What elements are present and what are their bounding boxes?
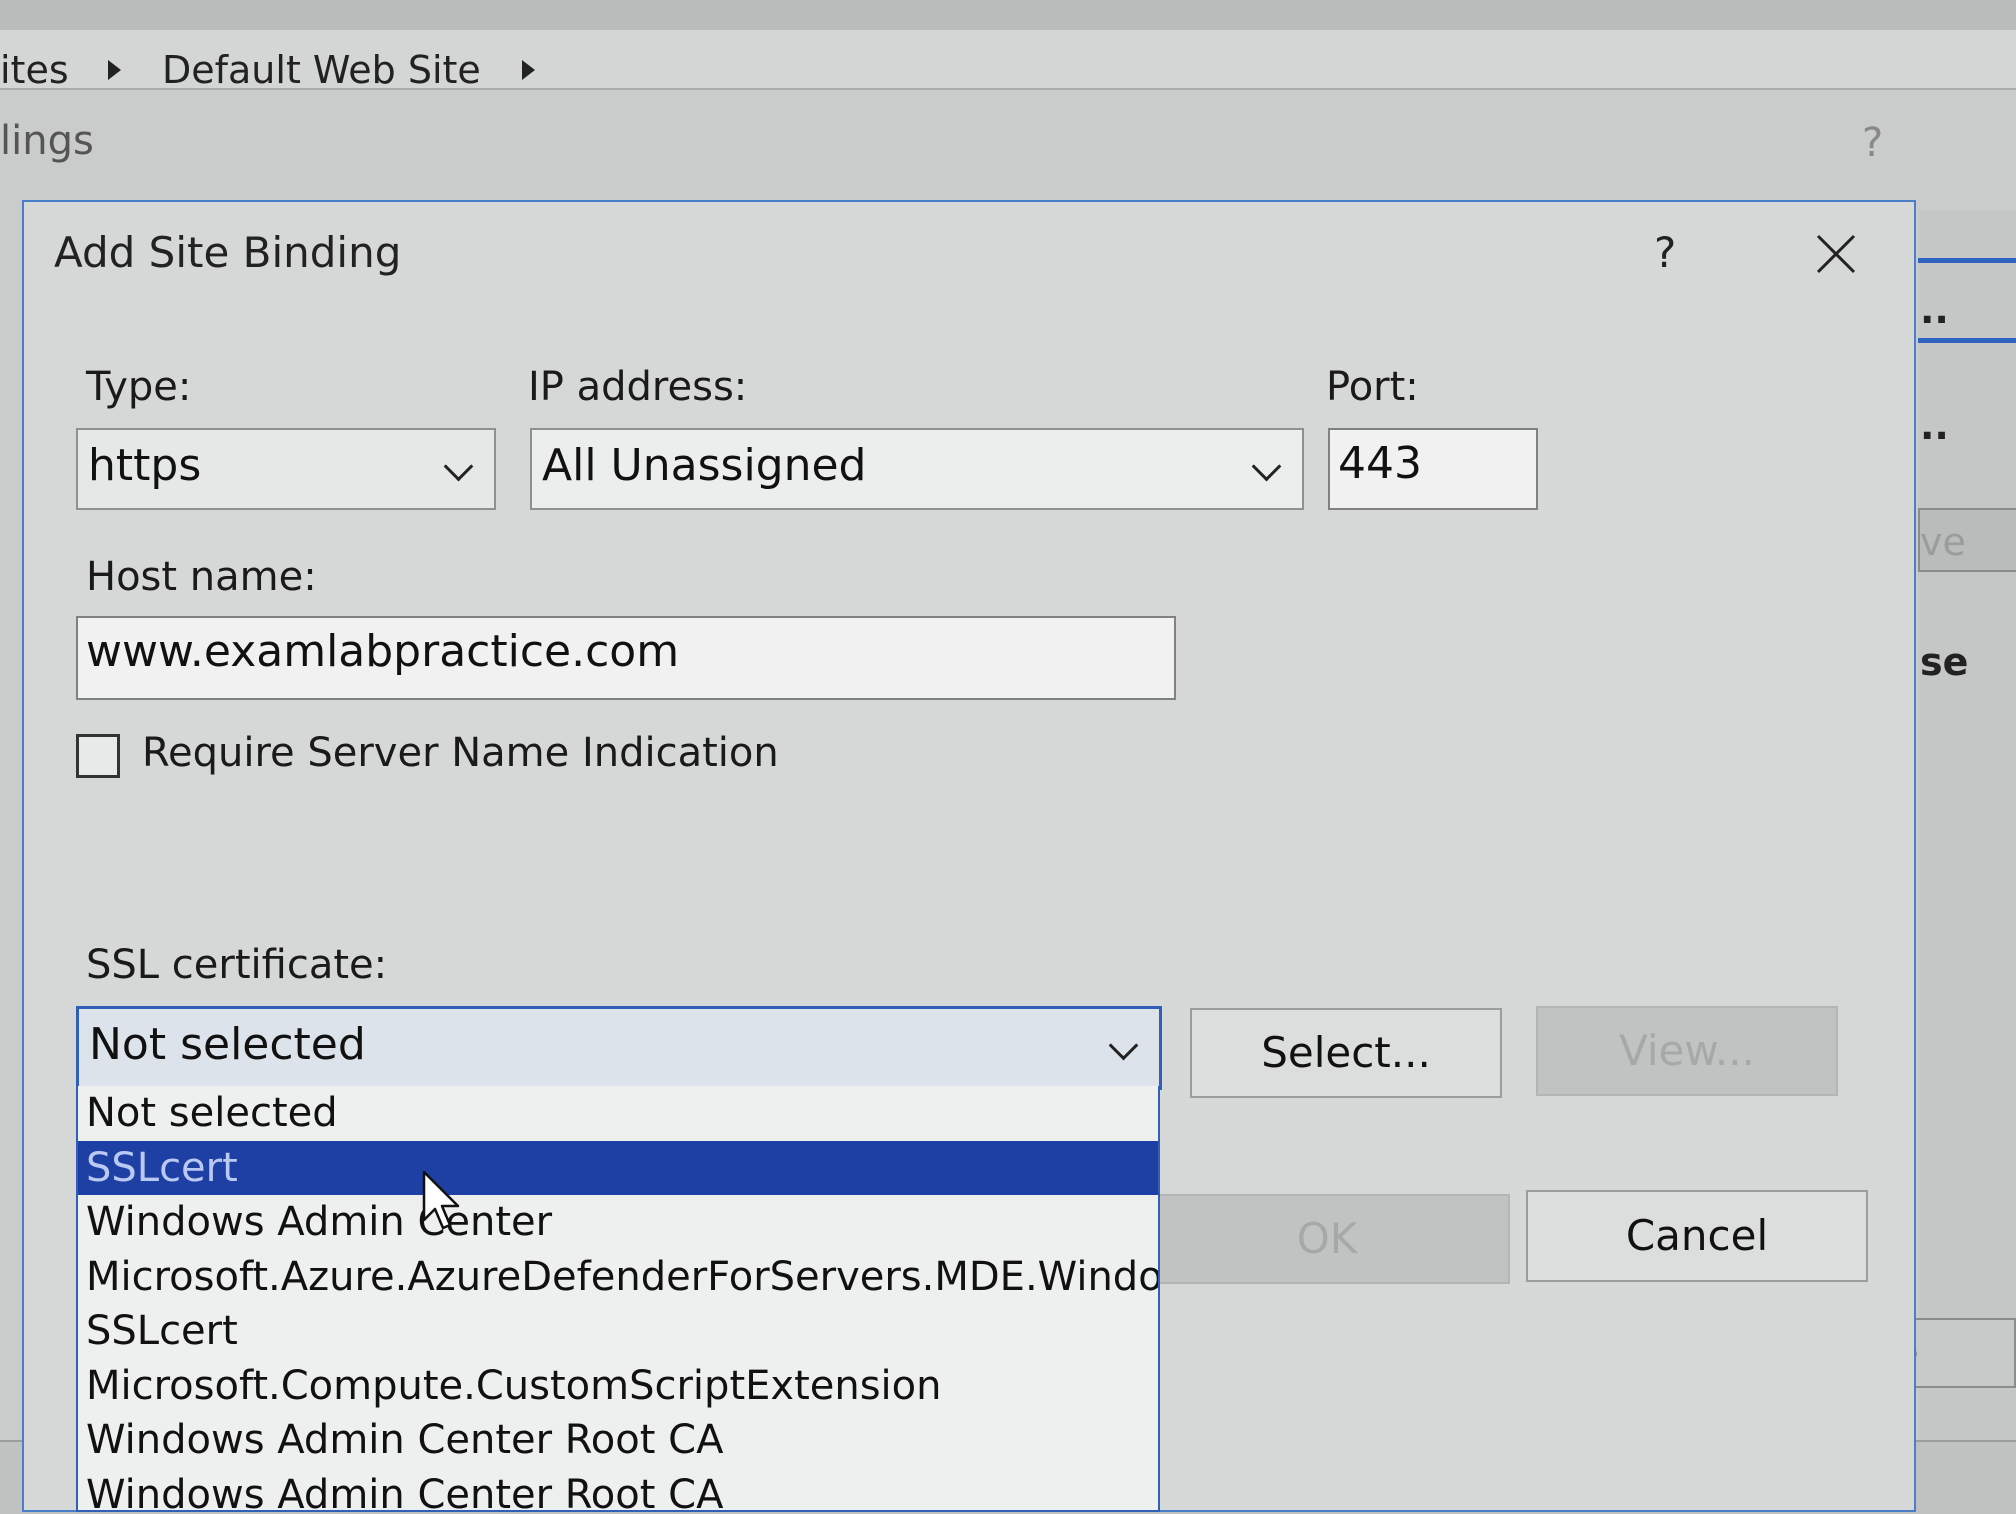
ssl-option-azure-defender[interactable]: Microsoft.Azure.AzureDefenderForServers.… — [78, 1250, 1158, 1305]
breadcrumb-arrow-icon — [522, 60, 535, 80]
ssl-option-sslcert-highlighted[interactable]: SSLcert — [78, 1140, 1158, 1195]
ssl-option-wac-root-ca[interactable]: Windows Admin Center Root CA — [78, 1413, 1158, 1468]
chevron-down-icon — [443, 451, 474, 482]
side-add-button[interactable]: .. — [1920, 288, 1949, 332]
dialog-title: Add Site Binding — [54, 228, 402, 277]
side-browse-button[interactable]: se — [1920, 640, 1968, 684]
chevron-down-icon — [1108, 1030, 1139, 1061]
breadcrumb-item-default-web-site[interactable]: Default Web Site — [162, 48, 481, 92]
host-name-value: www.examlabpractice.com — [86, 626, 680, 677]
side-edit-button[interactable]: .. — [1920, 404, 1949, 448]
ok-button[interactable]: OK — [1144, 1194, 1510, 1284]
view-certificate-button[interactable]: View... — [1536, 1006, 1838, 1096]
close-icon[interactable] — [1814, 232, 1858, 276]
ssl-option-not-selected[interactable]: Not selected — [78, 1086, 1158, 1141]
port-value: 443 — [1338, 438, 1422, 489]
side-panel-divider — [1918, 338, 2016, 343]
mouse-pointer-icon — [422, 1170, 460, 1230]
ssl-certificate-select[interactable]: Not selected — [76, 1006, 1162, 1090]
sni-checkbox[interactable] — [76, 734, 120, 778]
side-remove-label: ve — [1920, 520, 1966, 564]
chevron-down-icon — [1251, 451, 1282, 482]
breadcrumb-arrow-icon — [108, 60, 121, 80]
side-panel-divider — [1918, 258, 2016, 263]
ssl-option-windows-admin-center[interactable]: Windows Admin Center — [78, 1195, 1158, 1250]
type-select-value: https — [88, 440, 202, 491]
select-certificate-button[interactable]: Select... — [1190, 1008, 1502, 1098]
port-field[interactable]: 443 — [1328, 428, 1538, 510]
ssl-option-custom-script-extension[interactable]: Microsoft.Compute.CustomScriptExtension — [78, 1359, 1158, 1414]
ssl-certificate-dropdown-list: Not selected SSLcert Windows Admin Cente… — [76, 1086, 1160, 1512]
breadcrumb-item-sites[interactable]: ites — [0, 48, 69, 92]
cancel-button[interactable]: Cancel — [1526, 1190, 1868, 1282]
window-top-strip — [0, 0, 2016, 30]
type-label: Type: — [86, 364, 192, 410]
help-icon[interactable]: ? — [1654, 228, 1676, 277]
port-label: Port: — [1326, 364, 1419, 410]
ssl-certificate-label: SSL certificate: — [86, 942, 388, 988]
ip-address-value: All Unassigned — [542, 440, 867, 491]
ip-address-label: IP address: — [528, 364, 748, 410]
ip-address-select[interactable]: All Unassigned — [530, 428, 1304, 510]
type-select[interactable]: https — [76, 428, 496, 510]
ssl-certificate-value: Not selected — [89, 1019, 366, 1070]
ssl-option-sslcert[interactable]: SSLcert — [78, 1304, 1158, 1359]
site-bindings-title: lings — [0, 118, 94, 164]
sni-label[interactable]: Require Server Name Indication — [142, 730, 779, 776]
host-name-field[interactable]: www.examlabpractice.com — [76, 616, 1176, 700]
background-help-icon[interactable]: ? — [1862, 120, 1883, 166]
host-name-label: Host name: — [86, 554, 317, 600]
ssl-option-wac-root-ca-2[interactable]: Windows Admin Center Root CA — [78, 1468, 1158, 1511]
